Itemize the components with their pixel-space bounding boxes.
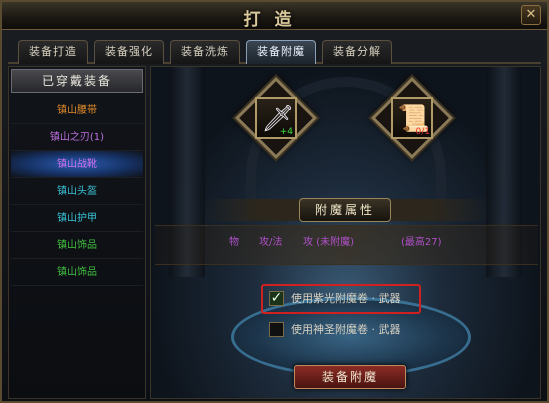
- attribute-text: 攻/法: [259, 237, 283, 248]
- list-item[interactable]: 镇山饰品: [11, 232, 143, 259]
- enchant-button[interactable]: 装备附魔: [294, 365, 406, 389]
- list-item[interactable]: 镇山之刃(1): [11, 124, 143, 151]
- attribute-text: 物: [229, 237, 239, 248]
- scroll-slot[interactable]: 📜 0/1: [391, 97, 433, 139]
- scroll-slot-count: 0/1: [415, 127, 430, 137]
- equipment-slot[interactable]: 🗡 +4: [255, 97, 297, 139]
- enchant-panel: 🗡 +4 📜 0/1 附魔属性 物 攻/法 攻 (未附魔) (最高27) ✓ 使…: [150, 66, 541, 399]
- list-item[interactable]: 镇山护甲: [11, 205, 143, 232]
- tab-equipment-enchant[interactable]: 装备附魔: [246, 40, 316, 64]
- equipped-items-panel: 已穿戴装备 镇山腰带 镇山之刃(1) 镇山战靴 镇山头盔 镇山护甲 镇山饰品 镇…: [8, 66, 146, 399]
- option-label: 使用紫光附魔卷 · 武器: [291, 292, 401, 305]
- equipped-items-header: 已穿戴装备: [11, 69, 143, 93]
- title-bar[interactable]: 打造 ✕: [2, 2, 547, 30]
- attributes-title: 附魔属性: [299, 198, 391, 222]
- option-label: 使用神圣附魔卷 · 武器: [291, 323, 401, 336]
- list-item[interactable]: 镇山战靴: [11, 151, 143, 178]
- close-icon[interactable]: ✕: [521, 5, 541, 25]
- attribute-text: 攻 (未附魔): [303, 237, 354, 248]
- attribute-max: (最高27): [401, 237, 442, 248]
- window-title: 打造: [243, 10, 306, 30]
- list-item[interactable]: 镇山饰品: [11, 259, 143, 286]
- tab-equipment-refine[interactable]: 装备洗炼: [170, 40, 240, 64]
- list-item[interactable]: 镇山头盔: [11, 178, 143, 205]
- tab-equipment-forge[interactable]: 装备打造: [18, 40, 88, 64]
- tab-equipment-dismantle[interactable]: 装备分解: [322, 40, 392, 64]
- checkbox-purple-scroll[interactable]: ✓: [269, 291, 284, 306]
- equipment-slot-count: +4: [279, 127, 293, 137]
- list-item[interactable]: 镇山腰带: [11, 97, 143, 124]
- checkbox-holy-scroll[interactable]: [269, 322, 284, 337]
- tab-equipment-enhance[interactable]: 装备强化: [94, 40, 164, 64]
- tab-bar: 装备打造 装备强化 装备洗炼 装备附魔 装备分解: [8, 36, 541, 64]
- equipped-items-list: 镇山腰带 镇山之刃(1) 镇山战靴 镇山头盔 镇山护甲 镇山饰品 镇山饰品: [11, 97, 143, 286]
- forge-window: 打造 ✕ 装备打造 装备强化 装备洗炼 装备附魔 装备分解 已穿戴装备 镇山腰带…: [0, 0, 549, 403]
